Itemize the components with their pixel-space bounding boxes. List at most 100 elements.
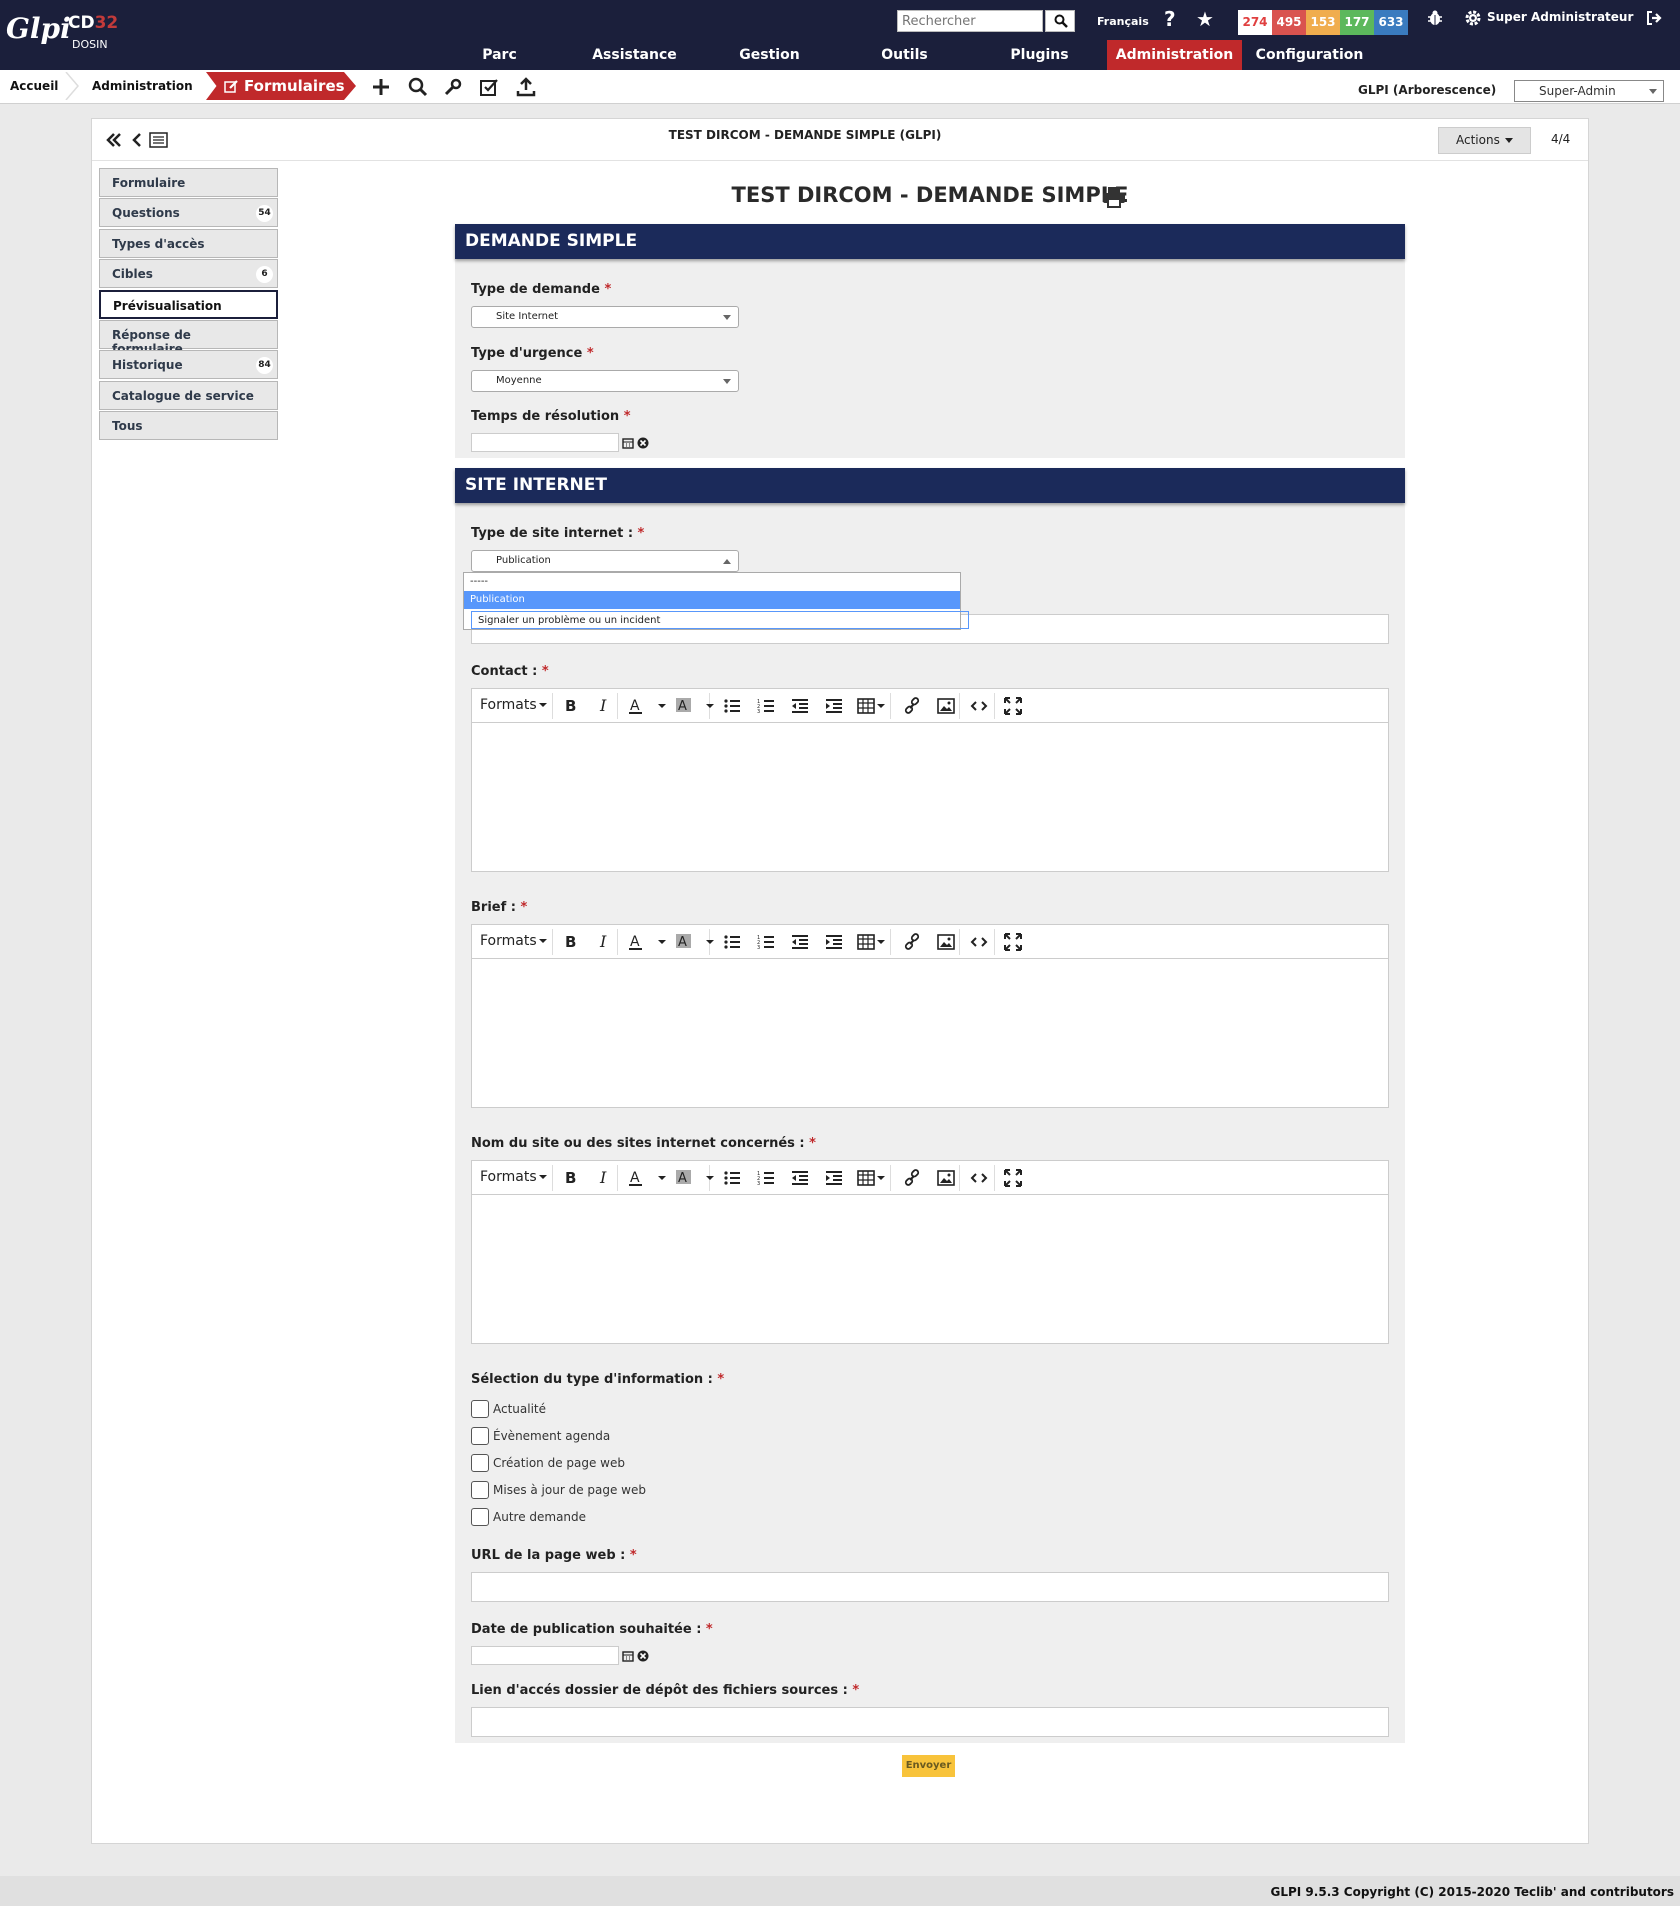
caret-down-icon[interactable] bbox=[706, 940, 714, 944]
caret-down-icon[interactable] bbox=[658, 1176, 666, 1180]
menu-item-assistance[interactable]: Assistance bbox=[567, 40, 702, 70]
menu-item-administration[interactable]: Administration bbox=[1107, 40, 1242, 70]
caret-down-icon[interactable] bbox=[658, 940, 666, 944]
breadcrumb-home[interactable]: Accueil bbox=[10, 70, 58, 103]
background-color-icon[interactable]: A bbox=[675, 1169, 693, 1187]
bullet-list-icon[interactable] bbox=[723, 697, 741, 715]
italic-icon[interactable]: I bbox=[596, 1168, 614, 1187]
editor-contact[interactable]: Formats B I A A 1 2 3 bbox=[471, 688, 1389, 872]
background-color-icon[interactable]: A bbox=[675, 933, 693, 951]
date-input-publication[interactable] bbox=[471, 1646, 619, 1665]
source-code-icon[interactable] bbox=[970, 1169, 988, 1187]
indent-icon[interactable] bbox=[825, 933, 843, 951]
link-icon[interactable] bbox=[903, 1169, 921, 1187]
caret-down-icon[interactable] bbox=[658, 704, 666, 708]
ticket-counter[interactable]: 633 bbox=[1374, 10, 1408, 35]
tab-item[interactable]: Réponse de formulaire bbox=[99, 319, 278, 356]
editor-brief[interactable]: Formats B I A A 1 2 3 bbox=[471, 924, 1389, 1108]
upload-icon[interactable] bbox=[515, 76, 537, 98]
image-icon[interactable] bbox=[937, 1169, 955, 1187]
date-input-temps-resolution[interactable] bbox=[471, 433, 619, 452]
source-code-icon[interactable] bbox=[970, 933, 988, 951]
fullscreen-icon[interactable] bbox=[1004, 1169, 1022, 1187]
checkbox[interactable] bbox=[471, 1454, 489, 1472]
ticket-counter[interactable]: 153 bbox=[1306, 10, 1340, 35]
menu-item-configuration[interactable]: Configuration bbox=[1242, 40, 1377, 70]
calendar-icon[interactable] bbox=[622, 1650, 634, 1662]
actions-button[interactable]: Actions bbox=[1438, 127, 1531, 154]
entity-selector[interactable]: GLPI (Arborescence) bbox=[1358, 83, 1496, 97]
menu-item-parc[interactable]: Parc bbox=[432, 40, 567, 70]
dropdown-option[interactable]: Publication bbox=[464, 591, 960, 609]
tab-item[interactable]: Tous bbox=[99, 411, 278, 441]
checkbox-label[interactable]: Création de page web bbox=[493, 1456, 625, 1470]
numbered-list-icon[interactable]: 123 bbox=[757, 697, 775, 715]
caret-down-icon[interactable] bbox=[877, 1176, 885, 1180]
background-color-icon[interactable]: A bbox=[675, 697, 693, 715]
editor-nom-site[interactable]: Formats B I A A 1 2 3 bbox=[471, 1160, 1389, 1344]
url-input[interactable] bbox=[471, 1572, 1389, 1602]
italic-icon[interactable]: I bbox=[596, 932, 614, 951]
text-color-icon[interactable]: A bbox=[627, 933, 645, 951]
calendar-icon[interactable] bbox=[622, 437, 634, 449]
checkbox[interactable] bbox=[471, 1427, 489, 1445]
checkbox-label[interactable]: Actualité bbox=[493, 1402, 546, 1416]
search-button[interactable] bbox=[1045, 10, 1075, 32]
select-type-site[interactable]: Publication bbox=[471, 550, 739, 572]
outdent-icon[interactable] bbox=[791, 697, 809, 715]
wrench-icon[interactable] bbox=[442, 76, 464, 98]
table-icon[interactable] bbox=[857, 697, 875, 715]
numbered-list-icon[interactable]: 123 bbox=[757, 933, 775, 951]
link-icon[interactable] bbox=[903, 697, 921, 715]
tab-item[interactable]: Catalogue de service bbox=[99, 380, 278, 410]
menu-item-gestion[interactable]: Gestion bbox=[702, 40, 837, 70]
gear-icon[interactable] bbox=[1464, 9, 1482, 27]
add-icon[interactable] bbox=[370, 76, 392, 98]
previous-page-icon[interactable] bbox=[130, 131, 144, 149]
user-menu[interactable]: Super Administrateur bbox=[1487, 10, 1633, 24]
global-search-input[interactable] bbox=[897, 10, 1043, 32]
outdent-icon[interactable] bbox=[791, 933, 809, 951]
image-icon[interactable] bbox=[937, 697, 955, 715]
logout-icon[interactable] bbox=[1645, 9, 1663, 27]
bold-icon[interactable]: B bbox=[562, 933, 580, 951]
lien-depot-input[interactable] bbox=[471, 1707, 1389, 1737]
select-type-urgence[interactable]: Moyenne bbox=[471, 370, 739, 392]
formats-dropdown[interactable]: Formats bbox=[480, 1169, 547, 1185]
menu-item-plugins[interactable]: Plugins bbox=[972, 40, 1107, 70]
bookmark-star-icon[interactable]: ★ bbox=[1196, 7, 1214, 31]
outdent-icon[interactable] bbox=[791, 1169, 809, 1187]
ticket-counter[interactable]: 177 bbox=[1340, 10, 1374, 35]
select-type-demande[interactable]: Site Internet bbox=[471, 306, 739, 328]
bullet-list-icon[interactable] bbox=[723, 1169, 741, 1187]
help-icon[interactable]: ? bbox=[1164, 7, 1176, 31]
formats-dropdown[interactable]: Formats bbox=[480, 933, 547, 949]
checkbox-label[interactable]: Évènement agenda bbox=[493, 1429, 610, 1443]
checkbox-label[interactable]: Mises à jour de page web bbox=[493, 1483, 646, 1497]
clear-icon[interactable] bbox=[637, 1650, 649, 1662]
search-list-icon[interactable] bbox=[407, 76, 429, 98]
first-page-icon[interactable] bbox=[105, 131, 123, 149]
checkbox[interactable] bbox=[471, 1481, 489, 1499]
clear-icon[interactable] bbox=[637, 437, 649, 449]
image-icon[interactable] bbox=[937, 933, 955, 951]
ticket-counter[interactable]: 274 bbox=[1238, 10, 1272, 35]
link-icon[interactable] bbox=[903, 933, 921, 951]
bold-icon[interactable]: B bbox=[562, 697, 580, 715]
dropdown-option[interactable]: ----- bbox=[464, 573, 960, 591]
tab-item[interactable]: Historique 84 bbox=[99, 350, 278, 380]
glpi-logo[interactable]: Glpi bbox=[6, 12, 71, 45]
checkbox[interactable] bbox=[471, 1508, 489, 1526]
checkbox[interactable] bbox=[471, 1400, 489, 1418]
profile-select[interactable]: Super-Admin bbox=[1514, 80, 1664, 102]
checkbox-label[interactable]: Autre demande bbox=[493, 1510, 586, 1524]
breadcrumb-administration[interactable]: Administration bbox=[92, 70, 193, 103]
caret-down-icon[interactable] bbox=[706, 1176, 714, 1180]
text-color-icon[interactable]: A bbox=[627, 1169, 645, 1187]
checkbox-list-icon[interactable] bbox=[478, 76, 500, 98]
tab-item[interactable]: Prévisualisation bbox=[99, 289, 278, 319]
tab-item[interactable]: Types d'accès bbox=[99, 228, 278, 258]
language-selector[interactable]: Français bbox=[1097, 15, 1149, 28]
fullscreen-icon[interactable] bbox=[1004, 697, 1022, 715]
tab-item[interactable]: Formulaire bbox=[99, 168, 278, 197]
